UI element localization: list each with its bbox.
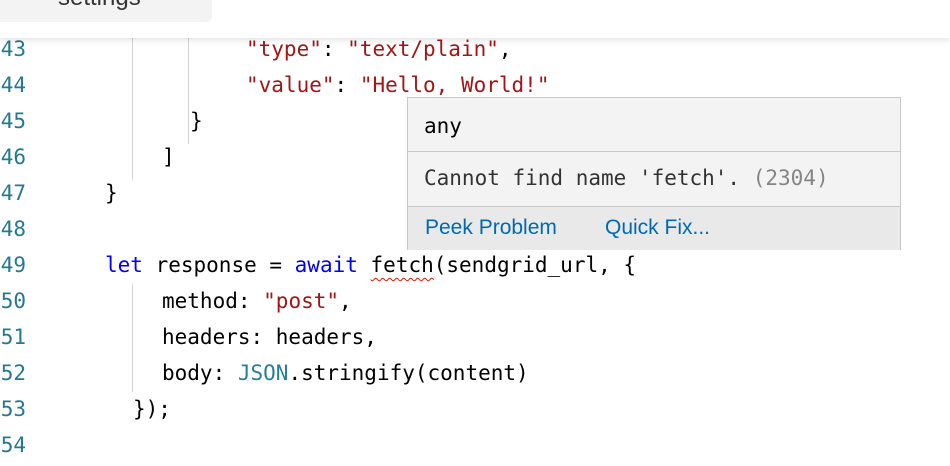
quick-fix-link[interactable]: Quick Fix...	[605, 214, 710, 242]
code-text: ]	[162, 139, 175, 175]
code-text: }	[105, 175, 118, 211]
code-token: ]	[162, 145, 175, 169]
code-token: let	[105, 253, 143, 277]
code-line[interactable]: 50 method: "post",	[0, 283, 950, 319]
hover-error-message: Cannot find name 'fetch'. (2304)	[424, 160, 829, 196]
editor-tab-strip: settings	[0, 0, 950, 38]
code-token: "value"	[246, 73, 335, 97]
code-token: JSON	[237, 361, 289, 385]
code-token: "type"	[246, 37, 322, 61]
line-number: 48	[0, 217, 26, 241]
error-token: fetch	[370, 253, 434, 277]
peek-problem-link[interactable]: Peek Problem	[425, 214, 557, 242]
code-token: (sendgrid_url, {	[433, 253, 637, 277]
code-token: response =	[142, 253, 295, 277]
code-token: ,	[339, 289, 352, 313]
code-token: }	[190, 109, 203, 133]
code-token: :	[321, 37, 348, 61]
line-number: 49	[0, 253, 26, 277]
code-token: "Hello, World!"	[359, 73, 550, 97]
code-line[interactable]: 49 let response = await fetch(sendgrid_ur…	[0, 247, 950, 283]
code-token: body:	[162, 361, 238, 385]
code-token: method:	[162, 289, 264, 313]
code-line[interactable]: 52 body: JSON.stringify(content)	[0, 355, 950, 391]
error-code: (2304)	[752, 166, 829, 190]
line-number: 47	[0, 181, 26, 205]
code-token: .stringify(content)	[288, 361, 529, 385]
code-line[interactable]: 51 headers: headers,	[0, 319, 950, 355]
code-token: "text/plain"	[347, 37, 499, 61]
line-number: 52	[0, 361, 26, 385]
line-number: 46	[0, 145, 26, 169]
line-number: 44	[0, 73, 26, 97]
code-token: }	[105, 181, 118, 205]
code-token: "post"	[263, 289, 340, 313]
hover-popup: any Cannot find name 'fetch'. (2304) Pee…	[407, 97, 901, 250]
code-line[interactable]: 54	[0, 427, 950, 463]
editor-tab[interactable]: settings	[0, 0, 212, 22]
code-text: let response = await fetch(sendgrid_url,…	[105, 247, 636, 283]
line-number: 50	[0, 289, 26, 313]
code-token: :	[334, 73, 360, 97]
code-text: method: "post",	[162, 283, 352, 319]
code-token: headers: headers,	[162, 325, 377, 349]
editor-tab-label: settings	[58, 0, 141, 12]
error-message-text: Cannot find name 'fetch'.	[424, 166, 741, 190]
line-number: 51	[0, 325, 26, 349]
hover-actions-bar: Peek Problem Quick Fix...	[408, 207, 900, 250]
code-token: });	[133, 397, 171, 421]
line-number: 54	[0, 433, 26, 457]
line-number: 53	[0, 397, 26, 421]
line-number: 45	[0, 109, 26, 133]
code-line[interactable]: 53});	[0, 391, 950, 427]
code-text: body: JSON.stringify(content)	[162, 355, 529, 391]
hover-type-text: any	[424, 114, 462, 138]
code-text: });	[133, 391, 171, 427]
code-text: headers: headers,	[162, 319, 377, 355]
hover-divider	[408, 151, 900, 152]
code-token: await	[294, 253, 358, 277]
code-token: ,	[498, 37, 512, 61]
code-text: }	[190, 103, 203, 139]
